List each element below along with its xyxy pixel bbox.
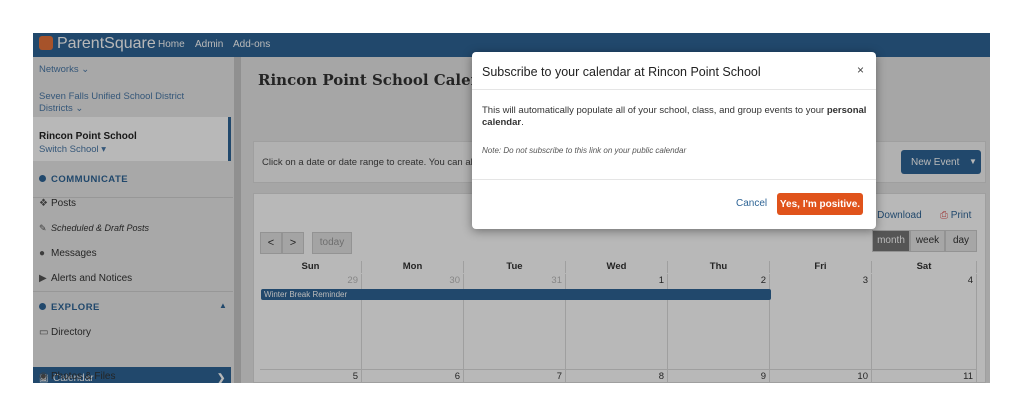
modal-note: Note: Do not subscribe to this link on y… (482, 146, 687, 155)
app-window: ParentSquare Home Admin Add-ons Networks… (33, 33, 990, 383)
modal-body: This will automatically populate all of … (482, 105, 870, 129)
cancel-button[interactable]: Cancel (736, 198, 767, 209)
modal-title: Subscribe to your calendar at Rincon Poi… (482, 65, 761, 79)
modal-body-text: This will automatically populate all of … (482, 105, 827, 116)
modal-body-period: . (521, 117, 524, 128)
close-icon[interactable]: × (857, 63, 864, 77)
modal-footer-divider (472, 179, 876, 180)
modal-header-divider (472, 89, 876, 90)
confirm-subscribe-button[interactable]: Yes, I'm positive. (777, 193, 863, 215)
subscribe-modal: Subscribe to your calendar at Rincon Poi… (472, 52, 876, 229)
